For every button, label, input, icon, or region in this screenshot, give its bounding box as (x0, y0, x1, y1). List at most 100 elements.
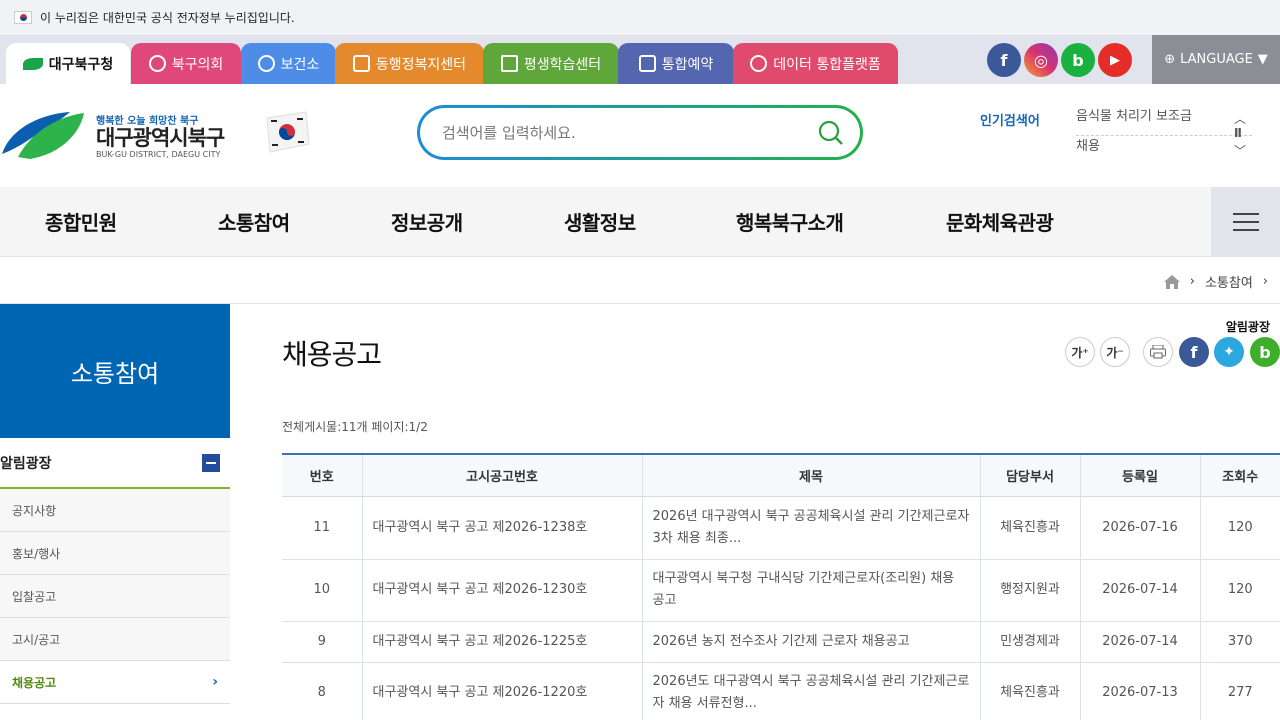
table-row: 9 대구광역시 북구 공고 제2026-1225호 2026년 농지 전수조사 … (282, 621, 1280, 663)
blog-icon[interactable]: b (1061, 43, 1095, 77)
lnb-group-label: 알림광장 (0, 455, 52, 472)
registered-date: 2026-07-14 (1080, 621, 1201, 663)
instagram-icon[interactable]: ◎ (1024, 43, 1058, 77)
department: 행정지원과 (980, 559, 1081, 622)
caret-down-icon: ▼ (1257, 52, 1268, 67)
column-header: 조회수 (1200, 453, 1280, 497)
language-label: LANGUAGE (1180, 52, 1253, 67)
gnb-item-living-info[interactable]: 생활정보 (564, 207, 636, 236)
tab-label: 평생학습센터 (523, 56, 602, 73)
column-header: 담당부서 (980, 453, 1081, 497)
taegukgi-emblem-icon (266, 111, 310, 153)
tab-health-center[interactable]: 보건소 (241, 43, 336, 84)
font-decrease-button[interactable]: 가⁻ (1100, 337, 1130, 367)
popular-search-item[interactable]: 음식물 처리기 보조금 (1076, 106, 1252, 136)
popular-search-list: 음식물 처리기 보조금 채용 (1076, 106, 1252, 166)
lnb-item-promotion[interactable]: 홍보/행사 (0, 532, 230, 575)
header: 행복한 오늘 희망찬 북구 대구광역시북구 BUK-GU DISTRICT, D… (0, 84, 1280, 187)
bukgu-logo-icon[interactable] (0, 109, 86, 159)
location-current[interactable]: 소통참여 (1205, 272, 1253, 291)
lnb-item-label: 공지사항 (12, 503, 57, 518)
row-number: 11 (282, 496, 363, 560)
gnb-item-civil-service[interactable]: 종합민원 (45, 207, 117, 236)
gnb-item-about[interactable]: 행복북구소개 (736, 207, 844, 236)
blog-share-icon[interactable]: b (1250, 337, 1280, 367)
popular-search-item[interactable]: 채용 (1076, 136, 1252, 166)
post-title-link[interactable]: 2026년 농지 전수조사 기간제 근로자 채용공고 (642, 621, 981, 663)
font-increase-button[interactable]: 가⁺ (1065, 337, 1095, 367)
tab-label: 보건소 (280, 56, 320, 73)
lnb-item-label: 입찰공고 (12, 589, 57, 604)
leaf-logo-icon (22, 57, 43, 70)
tab-daegu-bukgu[interactable]: 대구북구청 (6, 43, 130, 84)
logo-slogan: 행복한 오늘 희망찬 북구 (96, 116, 199, 127)
gov-banner: 이 누리집은 대한민국 공식 전자정부 누리집입니다. (0, 0, 1280, 35)
gnb-item-information[interactable]: 정보공개 (391, 207, 463, 236)
all-menu-button[interactable] (1211, 187, 1280, 257)
gnb-item-participation[interactable]: 소통참여 (218, 207, 290, 236)
view-count: 370 (1200, 621, 1280, 663)
department: 체육진흥과 (980, 496, 1081, 560)
tab-council[interactable]: 북구의회 (131, 43, 241, 84)
post-title-link[interactable]: 2026년도 대구광역시 북구 공공체육시설 관리 기간제근로자 채용 서류전형… (642, 662, 981, 720)
facebook-icon[interactable]: f (987, 43, 1021, 77)
gnb-item-culture[interactable]: 문화체육관광 (946, 207, 1054, 236)
registered-date: 2026-07-13 (1080, 662, 1201, 720)
notice-number: 대구광역시 북구 공고 제2026-1225호 (362, 621, 643, 663)
popular-search-controls: ︿ Ⅱ ﹀ (1234, 110, 1248, 158)
lnb-item-notice[interactable]: 공지사항 (0, 489, 230, 532)
post-title-link[interactable]: 대구광역시 북구청 구내식당 기간제근로자(조리원) 채용 공고 (642, 559, 981, 622)
column-header: 고시공고번호 (362, 453, 643, 497)
popular-search-label: 인기검색어 (980, 114, 1040, 129)
home-icon[interactable] (1163, 274, 1180, 289)
logo-english: BUK-GU DISTRICT, DAEGU CITY (96, 150, 221, 159)
tab-reservation[interactable]: 통합예약 (618, 43, 734, 84)
search-input[interactable] (442, 123, 802, 142)
department: 민생경제과 (980, 621, 1081, 663)
registered-date: 2026-07-14 (1080, 559, 1201, 622)
tab-community-center[interactable]: 동행정복지센터 (335, 43, 484, 84)
tab-label: 통합예약 (661, 56, 714, 73)
notice-number: 대구광역시 북구 공고 제2026-1230호 (362, 559, 643, 622)
print-icon[interactable] (1143, 337, 1173, 367)
logo-text[interactable]: 행복한 오늘 희망찬 북구 대구광역시북구 BUK-GU DISTRICT, D… (96, 112, 225, 159)
search-icon[interactable] (817, 119, 845, 147)
lnb-item-recruitment[interactable]: 채용공고 › (0, 661, 230, 704)
notice-number: 대구광역시 북구 공고 제2026-1220호 (362, 662, 643, 720)
tab-label: 동행정복지센터 (375, 56, 467, 73)
chevron-down-icon[interactable]: ﹀ (1234, 142, 1248, 158)
tab-lifelong-learning[interactable]: 평생학습센터 (483, 43, 619, 84)
chevron-up-icon[interactable]: ︿ (1234, 110, 1248, 126)
lnb-item-label: 채용공고 (12, 675, 57, 690)
collapse-icon[interactable] (202, 453, 220, 472)
hamburger-icon (1232, 213, 1259, 215)
tab-label: 북구의회 (171, 56, 224, 73)
youtube-icon[interactable]: ▶ (1098, 43, 1132, 77)
language-button[interactable]: ⊕ LANGUAGE ▼ (1152, 35, 1280, 84)
board-icon (500, 55, 518, 72)
post-title-link[interactable]: 2026년 대구광역시 북구 공공체육시설 관리 기간제근로자 3차 채용 최종… (642, 496, 981, 560)
twitter-share-icon[interactable]: ✦ (1214, 337, 1244, 367)
recruitment-table: 번호 고시공고번호 제목 담당부서 등록일 조회수 11 대구광역시 북구 공고… (282, 453, 1280, 720)
view-count: 120 (1200, 496, 1280, 560)
row-number: 8 (282, 662, 363, 720)
row-number: 9 (282, 621, 363, 663)
chevron-right-icon: › (212, 674, 218, 690)
lnb-group[interactable]: 알림광장 (0, 438, 230, 489)
location-bar: › 소통참여 › (0, 258, 1280, 304)
site-tabs: 대구북구청 북구의회 보건소 동행정복지센터 평생학습센터 통합예약 데이터 통… (0, 35, 1280, 84)
view-count: 120 (1200, 559, 1280, 622)
facebook-share-icon[interactable]: f (1179, 337, 1209, 367)
lnb-item-bid[interactable]: 입찰공고 (0, 575, 230, 618)
lnb-item-label: 고시/공고 (12, 632, 61, 647)
calendar-icon (638, 55, 656, 72)
lnb-item-announcement[interactable]: 고시/공고 (0, 618, 230, 661)
chevron-right-icon: › (1189, 274, 1195, 289)
tab-label: 데이터 통합플랫폼 (773, 56, 881, 73)
search-box (417, 105, 863, 160)
tab-data-platform[interactable]: 데이터 통합플랫폼 (733, 43, 898, 84)
column-header: 등록일 (1080, 453, 1201, 497)
pause-icon[interactable]: Ⅱ (1234, 126, 1248, 142)
lnb-sub-menu: 공지사항 홍보/행사 입찰공고 고시/공고 채용공고 › (0, 489, 230, 704)
lnb-item-label: 홍보/행사 (12, 546, 61, 561)
